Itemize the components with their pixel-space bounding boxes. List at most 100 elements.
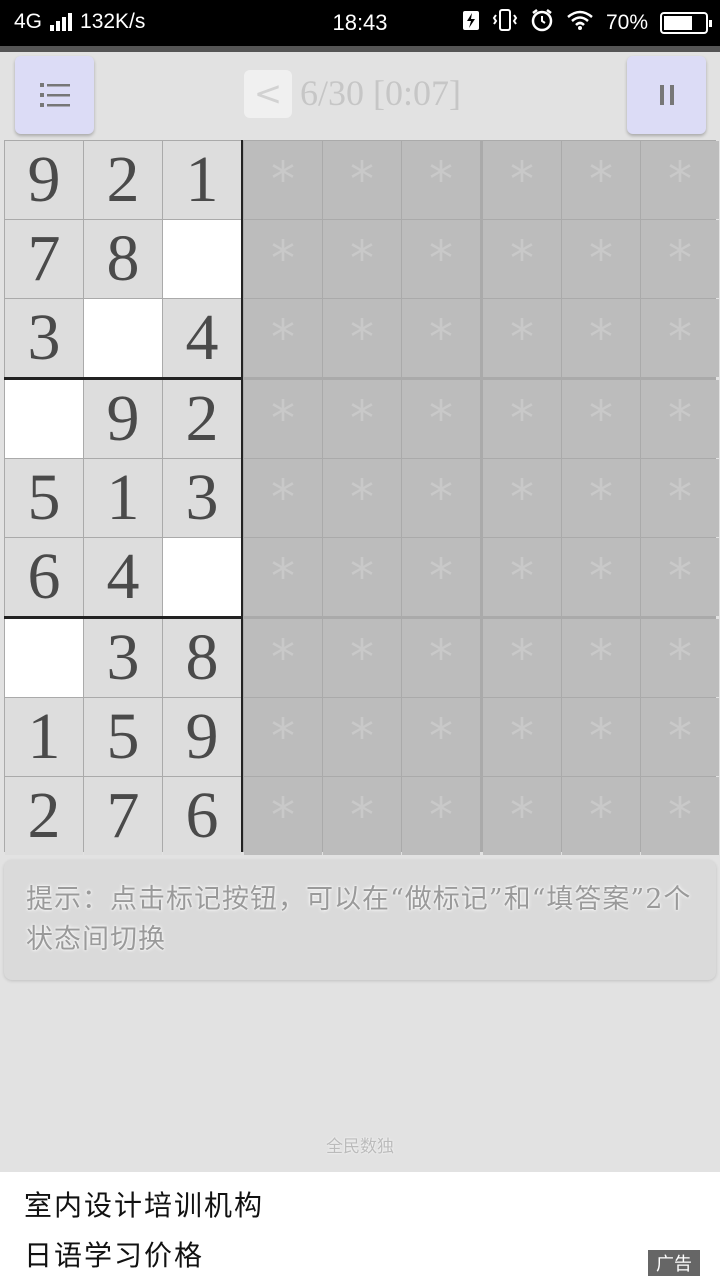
board-cell-hidden: * [483,141,561,219]
board-cell-hidden: * [562,619,640,697]
board-cell-hidden: * [244,777,322,855]
board-cell-given[interactable]: 1 [163,141,241,219]
board-cell-given[interactable]: 4 [163,299,241,377]
board-cell-hidden: * [641,299,719,377]
board-cell-hidden: * [244,299,322,377]
list-icon [39,83,70,107]
board-cell-hidden: * [641,220,719,298]
board-cell-hidden: * [323,299,401,377]
game-toolbar: < 6/30 [0:07] [0,52,720,138]
board-cell-given[interactable]: 3 [84,619,162,697]
board-cell-hidden: * [402,619,480,697]
battery-icon [660,11,712,34]
board-cell-hidden: * [641,141,719,219]
board-cell-hidden: * [323,538,401,616]
board-cell-given[interactable]: 5 [5,459,83,537]
board-cell-hidden: * [323,459,401,537]
vibrate-icon [492,9,518,36]
board-cell-hidden: * [323,380,401,458]
box-divider-horizontal [4,377,242,380]
board-cell-given[interactable]: 8 [163,619,241,697]
board-cell-hidden: * [323,220,401,298]
board-cell-hidden: * [562,777,640,855]
board-cell-given[interactable]: 7 [84,777,162,855]
board-cell-given[interactable]: 2 [163,380,241,458]
ad-link-1[interactable]: 室内设计培训机构 [24,1184,264,1224]
board-cell-hidden: * [483,220,561,298]
board-cell-empty[interactable] [163,538,241,616]
board-cell-given[interactable]: 2 [5,777,83,855]
board-cell-empty[interactable] [163,220,241,298]
wifi-icon [566,9,594,36]
board-cell-given[interactable]: 3 [5,299,83,377]
board-cell-hidden: * [244,220,322,298]
board-cell-hidden: * [244,380,322,458]
board-cell-hidden: * [562,299,640,377]
board-cell-hidden: * [323,141,401,219]
board-cell-hidden: * [483,538,561,616]
board-cell-given[interactable]: 8 [84,220,162,298]
pause-button[interactable] [627,56,706,134]
board-cell-hidden: * [641,698,719,776]
charging-icon [462,9,480,36]
board-cell-given[interactable]: 4 [84,538,162,616]
board-cell-hidden: * [483,777,561,855]
board-cell-hidden: * [244,698,322,776]
board-cell-hidden: * [562,698,640,776]
board-cell-hidden: * [641,459,719,537]
alarm-icon [530,8,554,37]
board-cell-given[interactable]: 2 [84,141,162,219]
board-cell-given[interactable]: 7 [5,220,83,298]
board-cell-hidden: * [641,538,719,616]
board-cell-hidden: * [641,619,719,697]
back-button[interactable]: < [244,70,292,118]
board-cell-hidden: * [562,538,640,616]
board-cell-given[interactable]: 3 [163,459,241,537]
board-cell-given[interactable]: 1 [84,459,162,537]
board-cell-given[interactable]: 1 [5,698,83,776]
hint-panel: 提示：点击标记按钮，可以在“做标记”和“填答案”2个状态间切换 [4,860,716,980]
level-progress-timer: 6/30 [0:07] [300,73,461,113]
board-cell-hidden: * [562,220,640,298]
board-cell-hidden: * [483,380,561,458]
board-cell-hidden: * [562,141,640,219]
board-cell-given[interactable]: 9 [84,380,162,458]
ad-banner[interactable]: 室内设计培训机构 日语学习价格 广告 [0,1172,720,1280]
board-cell-hidden: * [323,698,401,776]
box-divider-vertical [241,140,243,852]
status-bar: 4G 132K/s 18:43 70% [0,0,720,46]
board-cell-hidden: * [244,141,322,219]
board-cell-hidden: * [562,459,640,537]
board-cell-hidden: * [323,777,401,855]
board-cell-hidden: * [641,380,719,458]
sudoku-board: 9 2 1 * * * * * * 7 8 * * * * * * 3 4 * * * * * * 9 2 * * * * * * 5 1 3 * * * *… [4,140,719,855]
menu-button[interactable] [15,56,94,134]
board-cell-hidden: * [641,777,719,855]
board-cell-hidden: * [402,141,480,219]
board-cell-given[interactable]: 6 [5,538,83,616]
board-cell-hidden: * [244,538,322,616]
board-cell-hidden: * [483,459,561,537]
board-cell-hidden: * [323,619,401,697]
app-name-footer: 全民数独 [326,1137,394,1157]
board-cell-hidden: * [483,299,561,377]
ad-link-2[interactable]: 日语学习价格 [24,1234,204,1274]
board-cell-hidden: * [483,619,561,697]
board-cell-hidden: * [562,380,640,458]
board-cell-hidden: * [402,777,480,855]
board-cell-hidden: * [402,459,480,537]
board-cell-given[interactable]: 9 [163,698,241,776]
board-cell-empty[interactable] [5,619,83,697]
board-cell-empty[interactable] [84,299,162,377]
board-cell-given[interactable]: 6 [163,777,241,855]
board-cell-hidden: * [402,698,480,776]
board-cell-hidden: * [402,220,480,298]
board-cell-hidden: * [483,698,561,776]
hint-text: 提示：点击标记按钮，可以在“做标记”和“填答案”2个状态间切换 [26,884,692,955]
board-cell-hidden: * [402,380,480,458]
board-cell-hidden: * [402,299,480,377]
board-cell-given[interactable]: 9 [5,141,83,219]
board-cell-empty[interactable] [5,380,83,458]
board-cell-hidden: * [402,538,480,616]
board-cell-given[interactable]: 5 [84,698,162,776]
